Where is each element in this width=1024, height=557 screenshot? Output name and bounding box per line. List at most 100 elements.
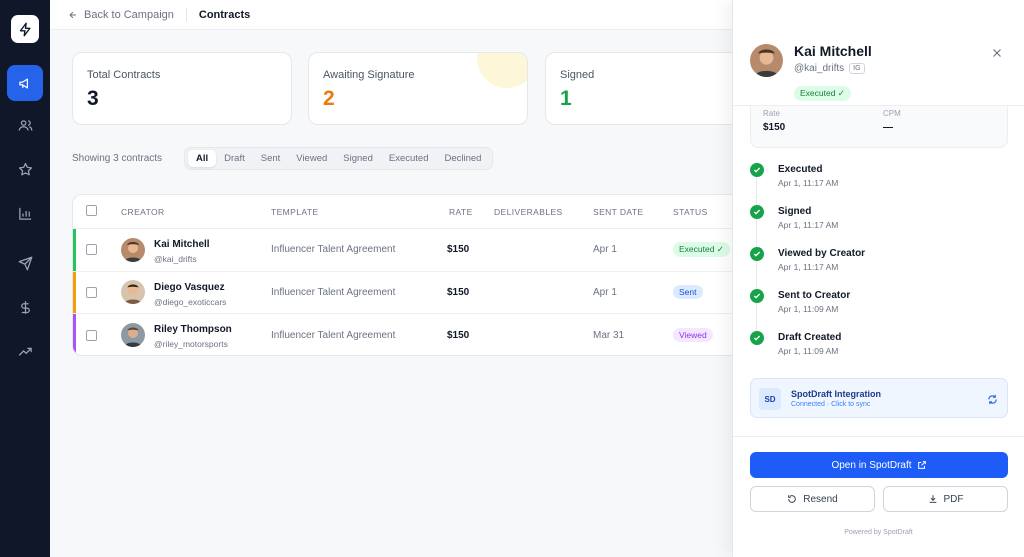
rate-label: Rate: [763, 109, 780, 118]
timeline-title: Executed: [778, 164, 823, 175]
template-cell: Influencer Talent Agreement: [271, 329, 396, 341]
nav-outreach[interactable]: [7, 245, 43, 281]
filter-sent[interactable]: Sent: [253, 150, 289, 167]
divider: [733, 105, 1024, 106]
creator-handle-row: @kai_drifts IG: [794, 63, 865, 74]
timeline-item: Sent to Creator Apr 1, 11:09 AM: [750, 286, 1000, 320]
spotdraft-integration-card[interactable]: SD SpotDraft Integration Connected · Cli…: [750, 378, 1008, 418]
resend-button[interactable]: Resend: [750, 486, 875, 512]
integration-status: Connected · Click to sync: [791, 401, 871, 408]
table-row[interactable]: Kai Mitchell @kai_drifts Influencer Tale…: [73, 229, 751, 272]
nav-trends[interactable]: [7, 333, 43, 369]
check-circle-icon: [750, 331, 764, 345]
col-sent-date[interactable]: SENT DATE: [593, 207, 644, 217]
status-cell: Sent: [673, 285, 703, 300]
filter-executed[interactable]: Executed: [381, 150, 437, 167]
check-circle-icon: [750, 163, 764, 177]
timeline-time: Apr 1, 11:09 AM: [778, 304, 839, 314]
send-icon: [18, 256, 32, 270]
timeline-item: Signed Apr 1, 11:17 AM: [750, 202, 1000, 236]
stat-label: Signed: [560, 69, 595, 81]
col-rate[interactable]: RATE: [449, 207, 473, 217]
spotdraft-logo: SD: [759, 388, 781, 410]
page-title: Contracts: [198, 8, 251, 21]
open-in-spotdraft-button[interactable]: Open in SpotDraft: [750, 452, 1008, 478]
nav-favorites[interactable]: [7, 151, 43, 187]
creator-handle: @kai_drifts: [154, 254, 197, 264]
sent-date-cell: Mar 31: [593, 329, 625, 341]
sent-date-cell: Apr 1: [593, 244, 617, 256]
filter-signed[interactable]: Signed: [335, 150, 381, 167]
creator-name[interactable]: Kai Mitchell: [154, 239, 210, 250]
arrow-left-icon: [69, 11, 76, 18]
status-wrap: Executed ✓: [794, 83, 851, 101]
refresh-icon: [788, 495, 797, 503]
row-checkbox[interactable]: [86, 329, 97, 341]
filter-viewed[interactable]: Viewed: [288, 150, 335, 167]
stat-label: Awaiting Signature: [323, 69, 415, 81]
sent-date-cell: Apr 1: [593, 286, 617, 298]
col-deliverables[interactable]: DELIVERABLES: [494, 207, 563, 217]
bar-chart-icon: [18, 207, 31, 220]
timeline-title: Draft Created: [778, 332, 842, 343]
rate-cell: $150: [447, 286, 470, 298]
nav-campaigns[interactable]: [7, 65, 43, 101]
users-icon: [18, 119, 32, 131]
filter-declined[interactable]: Declined: [437, 150, 490, 167]
lightning-icon: [19, 22, 31, 36]
divider: [733, 436, 1024, 437]
stat-card-signed: Signed 1: [545, 52, 745, 125]
check-circle-icon: [750, 247, 764, 261]
filter-all[interactable]: All: [188, 150, 217, 167]
status-badge: Executed ✓: [794, 86, 851, 101]
row-accent: [73, 314, 76, 355]
cpm-value: —: [883, 122, 893, 133]
timeline-item: Draft Created Apr 1, 11:09 AM: [750, 328, 1000, 362]
nav-creators[interactable]: [7, 107, 43, 143]
app-logo[interactable]: [11, 15, 39, 43]
star-icon: [18, 162, 32, 175]
resend-label: Resend: [803, 493, 838, 505]
back-to-campaign-link[interactable]: Back to Campaign: [68, 9, 174, 21]
trending-up-icon: [18, 347, 32, 356]
status-cell: Viewed: [673, 328, 713, 343]
table-row[interactable]: Diego Vasquez @diego_exoticcars Influenc…: [73, 271, 751, 314]
table-row[interactable]: Riley Thompson @riley_motorsports Influe…: [73, 314, 751, 355]
pdf-label: PDF: [943, 493, 964, 505]
back-label: Back to Campaign: [84, 8, 174, 21]
status-filter-tabs: All Draft Sent Viewed Signed Executed De…: [184, 147, 494, 170]
status-badge: Executed ✓: [673, 242, 730, 258]
dollar-icon: [20, 300, 30, 314]
col-status[interactable]: STATUS: [673, 207, 708, 217]
status-cell: Executed ✓: [673, 242, 730, 258]
timeline-item: Executed Apr 1, 11:17 AM: [750, 160, 1000, 194]
nav-payments[interactable]: [7, 289, 43, 325]
rate-cell: $150: [447, 329, 470, 341]
close-button[interactable]: [991, 46, 1003, 64]
check-circle-icon: [750, 205, 764, 219]
row-checkbox[interactable]: [86, 244, 97, 256]
stat-value: 2: [323, 87, 335, 110]
stat-value: 3: [87, 87, 99, 110]
sidebar: [0, 0, 50, 557]
stat-card-awaiting: Awaiting Signature 2: [308, 52, 528, 125]
timeline-time: Apr 1, 11:17 AM: [778, 178, 839, 188]
platform-tag: IG: [849, 63, 865, 74]
pdf-button[interactable]: PDF: [883, 486, 1008, 512]
filter-draft[interactable]: Draft: [216, 150, 253, 167]
stat-card-total: Total Contracts 3: [72, 52, 292, 125]
creator-name[interactable]: Diego Vasquez: [154, 282, 225, 293]
check-circle-icon: [750, 289, 764, 303]
powered-by: Powered by SpotDraft: [844, 529, 913, 536]
sync-button[interactable]: [987, 392, 998, 410]
col-template[interactable]: TEMPLATE: [271, 207, 318, 217]
col-creator[interactable]: CREATOR: [121, 207, 165, 217]
template-cell: Influencer Talent Agreement: [271, 286, 396, 298]
timeline-title: Viewed by Creator: [778, 248, 866, 259]
megaphone-icon: [18, 78, 28, 88]
nav-analytics[interactable]: [7, 195, 43, 231]
row-checkbox[interactable]: [86, 286, 97, 298]
creator-name[interactable]: Riley Thompson: [154, 324, 232, 335]
status-badge: Viewed: [673, 328, 713, 343]
select-all-checkbox[interactable]: [86, 205, 97, 216]
